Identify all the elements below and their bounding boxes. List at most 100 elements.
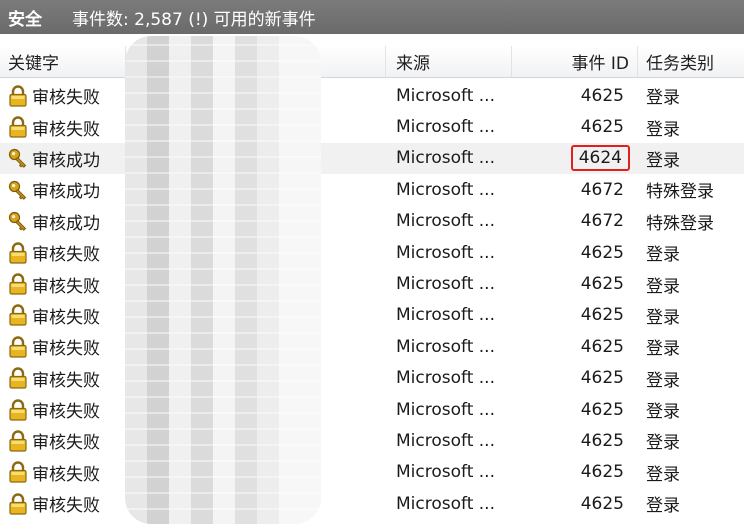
keyword-label: 审核成功 (32, 182, 100, 203)
cell-event-id: 4625 (512, 363, 638, 394)
table-row[interactable]: 审核失败 Microsoft ... 4625 登录 (0, 363, 744, 394)
cell-source: Microsoft ... (396, 305, 495, 326)
cell-event-id: 4624 (512, 143, 638, 174)
cell-keyword: 审核失败 (0, 394, 126, 425)
table-row[interactable]: 审核成功 Microsoft ... 4672 特殊登录 (0, 206, 744, 237)
cell-event-id: 4625 (512, 425, 638, 456)
event-id-value: 4625 (580, 336, 624, 357)
table-row[interactable]: 审核成功 Microsoft ... 4624 登录 (0, 142, 744, 175)
keyword-label: 审核失败 (32, 433, 100, 454)
keyword-label: 审核失败 (32, 119, 100, 140)
cell-event-id: 4625 (512, 394, 638, 425)
keyword-label: 审核成功 (32, 150, 100, 171)
cell-category: 登录 (646, 307, 680, 328)
cell-category: 登录 (646, 496, 680, 517)
cell-category: 登录 (646, 433, 680, 454)
event-id-value: 4625 (580, 399, 624, 420)
event-id-value: 4625 (580, 493, 624, 514)
cell-keyword: 审核失败 (0, 268, 126, 299)
cell-keyword: 审核失败 (0, 237, 126, 268)
log-name: 安全 (8, 9, 42, 30)
table-row[interactable]: 审核失败 Microsoft ... 4625 登录 (0, 268, 744, 299)
lock-icon (8, 242, 28, 264)
cell-category: 特殊登录 (646, 213, 714, 234)
table-row[interactable]: 审核失败 Microsoft ... 4625 登录 (0, 394, 744, 425)
cell-category: 登录 (646, 339, 680, 360)
event-count: 事件数: 2,587 (!) 可用的新事件 (72, 9, 316, 30)
lock-icon (8, 430, 28, 452)
column-header-keyword[interactable]: 关键字 (0, 46, 126, 77)
event-id-value: 4625 (580, 85, 624, 106)
keyword-label: 审核失败 (32, 276, 100, 297)
cell-keyword: 审核失败 (0, 488, 126, 519)
table-row[interactable]: 审核失败 Microsoft ... 4625 登录 (0, 457, 744, 488)
cell-keyword: 审核失败 (0, 425, 126, 456)
cell-event-id: 4625 (512, 268, 638, 299)
event-id-value: 4625 (580, 305, 624, 326)
cell-source: Microsoft ... (396, 85, 495, 106)
keyword-label: 审核失败 (32, 307, 100, 328)
cell-category: 登录 (646, 402, 680, 423)
event-id-value: 4625 (580, 368, 624, 389)
table-row[interactable]: 审核失败 Microsoft ... 4625 登录 (0, 331, 744, 362)
cell-event-id: 4625 (512, 457, 638, 488)
cell-source: Microsoft ... (396, 493, 495, 514)
column-header-row: 关键字 来源 事件 ID 任务类别 (0, 46, 744, 78)
keyword-label: 审核失败 (32, 339, 100, 360)
cell-source: Microsoft ... (396, 368, 495, 389)
cell-source: Microsoft ... (396, 117, 495, 138)
keyword-label: 审核失败 (32, 402, 100, 423)
table-row[interactable]: 审核成功 Microsoft ... 4672 特殊登录 (0, 174, 744, 205)
cell-keyword: 审核失败 (0, 363, 126, 394)
cell-category: 登录 (646, 119, 680, 140)
column-header-source[interactable]: 来源 (386, 46, 512, 77)
event-id-value: 4672 (580, 211, 624, 232)
event-id-value: 4625 (580, 274, 624, 295)
cell-keyword: 审核失败 (0, 111, 126, 142)
cell-source: Microsoft ... (396, 211, 495, 232)
cell-category: 登录 (646, 150, 680, 171)
table-row[interactable]: 审核失败 Microsoft ... 4625 登录 (0, 300, 744, 331)
lock-icon (8, 398, 28, 421)
cell-keyword: 审核成功 (0, 206, 126, 237)
lock-icon (8, 304, 28, 327)
cell-category: 登录 (646, 276, 680, 297)
keyword-label: 审核失败 (32, 496, 100, 517)
event-id-value: 4625 (580, 117, 624, 138)
lock-icon (8, 367, 28, 389)
log-title-bar: 安全 事件数: 2,587 (!) 可用的新事件 (0, 0, 744, 34)
table-row[interactable]: 审核失败 Microsoft ... 4625 登录 (0, 111, 744, 142)
event-list: 审核失败 Microsoft ... 4625 登录 审核失败 Microsoft ...… (0, 80, 744, 519)
keyword-label: 审核失败 (32, 245, 100, 266)
table-row[interactable]: 审核失败 Microsoft ... 4625 登录 (0, 425, 744, 456)
keyword-label: 审核失败 (32, 370, 100, 391)
cell-event-id: 4625 (512, 111, 638, 142)
cell-keyword: 审核失败 (0, 300, 126, 331)
event-id-value: 4625 (580, 462, 624, 483)
cell-event-id: 4625 (512, 237, 638, 268)
table-row[interactable]: 审核失败 Microsoft ... 4625 登录 (0, 237, 744, 268)
cell-source: Microsoft ... (396, 430, 495, 451)
cell-category: 登录 (646, 245, 680, 266)
cell-source: Microsoft ... (396, 242, 495, 263)
lock-icon (8, 116, 28, 138)
cell-category: 登录 (646, 88, 680, 109)
column-header-category[interactable]: 任务类别 (638, 46, 744, 77)
key-icon (8, 147, 28, 169)
cell-source: Microsoft ... (396, 274, 495, 295)
lock-icon (8, 273, 28, 295)
cell-category: 登录 (646, 370, 680, 391)
keyword-label: 审核成功 (32, 213, 100, 234)
cell-source: Microsoft ... (396, 179, 495, 200)
lock-icon (8, 493, 28, 515)
keyword-label: 审核失败 (32, 464, 100, 485)
table-row[interactable]: 审核失败 Microsoft ... 4625 登录 (0, 488, 744, 519)
event-id-value: 4624 (570, 145, 630, 172)
cell-keyword: 审核失败 (0, 457, 126, 488)
column-header-event-id[interactable]: 事件 ID (512, 46, 638, 77)
lock-icon (8, 461, 28, 483)
cell-event-id: 4672 (512, 206, 638, 237)
cell-category: 特殊登录 (646, 182, 714, 203)
redaction-blur (125, 36, 321, 524)
table-row[interactable]: 审核失败 Microsoft ... 4625 登录 (0, 80, 744, 111)
